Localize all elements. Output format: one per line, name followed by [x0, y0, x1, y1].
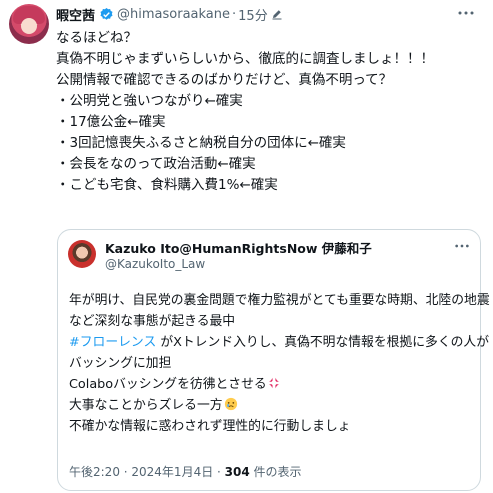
- quoted-line-text: がXトレンド入りし、真偽不明な情報を根拠に多くの人が: [156, 335, 490, 350]
- tweet-line: ・こども宅食、食料購入費1%←確実: [56, 177, 278, 193]
- quoted-author-name[interactable]: Kazuko Ito@HumanRightsNow 伊藤和子: [105, 238, 372, 257]
- tweet-line: ・会長をなのって政治活動←確実: [56, 156, 256, 172]
- tweet-line: ・公明党と強いつながり←確実: [56, 93, 243, 109]
- quoted-tweet-card[interactable]: Kazuko Ito@HumanRightsNow 伊藤和子 @KazukoIt…: [57, 229, 490, 491]
- quoted-line: #フローレンス がXトレンド入りし、真偽不明な情報を根拠に多くの人が: [69, 332, 489, 353]
- author-name[interactable]: 暇空茜: [56, 5, 95, 24]
- tweet-line: ・3回記憶喪失ふるさと納税自分の団体に←確実: [56, 135, 346, 151]
- quoted-line-text: 大事なことからズレる一方: [69, 398, 223, 413]
- tweet-body: なるほどね？ 真偽不明じゃまずいらしいから、徹底的に調査しましょ！！！ 公開情報…: [56, 28, 486, 196]
- quoted-line: など深刻な事態が起きる最中: [69, 314, 236, 329]
- quoted-line: Colaboバッシングを彷彿とさせる: [69, 374, 474, 395]
- quoted-line: バッシングに加担: [69, 356, 172, 371]
- quoted-author-handle[interactable]: @KazukoIto_Law: [105, 257, 205, 271]
- separator-dot: ·: [232, 6, 237, 22]
- tweet-header: 暇空茜 @himasoraakane · 15分: [56, 4, 283, 24]
- author-handle[interactable]: @himasoraakane: [117, 7, 230, 22]
- anger-emoji-icon: [268, 377, 279, 389]
- tweet-time[interactable]: 15分: [238, 5, 268, 24]
- quoted-tweet-body: 年が明け、自民党の裏金問題で権力監視がとても重要な時期、北陸の地震 など深刻な事…: [69, 290, 490, 437]
- quoted-line-text: Colaboバッシングを彷彿とさせる: [69, 377, 267, 392]
- quoted-line: 不確かな情報に惑わされず理性的に行動しましょ: [69, 419, 351, 434]
- quoted-more-icon[interactable]: [454, 242, 470, 250]
- quoted-meta: 午後2:20 · 2024年1月4日 · 304 件の表示: [69, 463, 302, 480]
- quoted-line: 大事なことからズレる一方: [69, 395, 474, 416]
- quoted-line: 年が明け、自民党の裏金問題で権力監視がとても重要な時期、北陸の地震: [69, 293, 490, 308]
- sad-emoji-icon: [224, 397, 237, 411]
- quoted-timestamp[interactable]: 午後2:20 · 2024年1月4日 ·: [69, 465, 225, 479]
- tweet-line: 公開情報で確認できるのばかりだけど、真偽不明って？: [56, 72, 393, 88]
- hashtag-link[interactable]: #フローレンス: [69, 335, 156, 350]
- quoted-avatar[interactable]: [68, 240, 96, 268]
- edit-pencil-icon: [272, 10, 282, 20]
- views-count: 304: [224, 465, 250, 479]
- verified-badge-icon: [100, 7, 113, 20]
- tweet-line: なるほどね？: [56, 30, 137, 46]
- more-icon[interactable]: [457, 8, 475, 18]
- tweet-line: 真偽不明じゃまずいらしいから、徹底的に調査しましょ！！！: [56, 51, 434, 67]
- tweet-line: ・17億公金←確実: [56, 114, 166, 130]
- avatar[interactable]: [9, 4, 49, 44]
- views-label: 件の表示: [249, 465, 302, 479]
